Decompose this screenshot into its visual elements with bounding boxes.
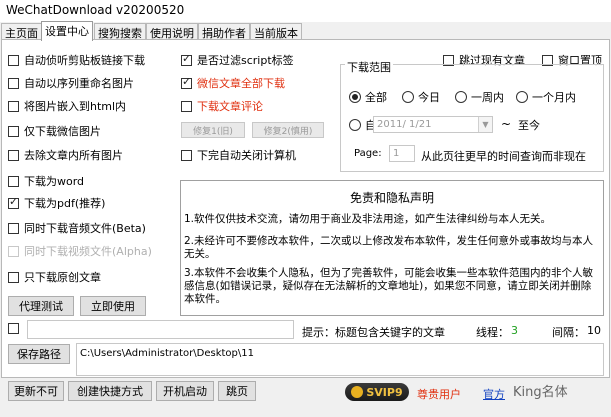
calendar-dropdown-icon[interactable]: ▼ [478,117,492,132]
official-link[interactable]: 官方 [483,386,505,402]
radio-dot[interactable] [402,91,414,103]
jump-page-button[interactable]: 跳页 [218,381,256,401]
option-download-audio[interactable]: 同时下载音频文件(Beta) [8,220,146,236]
checkbox[interactable] [8,222,19,234]
checkbox-checked[interactable] [8,195,19,209]
option-download-video: 同时下载视频文件(Alpha) [8,243,152,259]
radio-week[interactable]: 一周内 [455,89,504,105]
option-clipboard-monitor[interactable]: 自动侦听剪贴板链接下载 [8,52,145,68]
option-download-comments[interactable]: 下载文章评论 [181,98,263,114]
tab-bar: 主页面 设置中心 搜狗搜索 使用说明 捐助作者 当前版本 [0,21,611,41]
option-embed-images[interactable]: 将图片嵌入到html内 [8,98,126,114]
interval-label: 间隔： [552,326,585,339]
checkbox-checked[interactable] [181,75,192,89]
option-original-only[interactable]: 只下载原创文章 [8,269,101,285]
threads-label: 线程： [476,326,509,339]
radio-dot-selected[interactable] [349,91,361,103]
threads-value: 3 [511,324,518,337]
window-title: WeChatDownload v20200520 [6,3,185,17]
checkbox[interactable] [8,271,19,283]
disclaimer-p3: 3.本软件不会收集个人隐私，但为了完善软件，可能会收集一些本软件范围内的非个人敏… [184,267,594,305]
download-range-title: 下载范围 [345,59,393,75]
checkbox-checked[interactable] [181,52,192,66]
tab-version[interactable]: 当前版本 [250,23,302,40]
option-keyword-filter[interactable] [8,323,24,334]
checkbox[interactable] [181,149,192,161]
repair-1-button[interactable]: 修复1(旧) [181,122,245,138]
radio-dot[interactable] [455,91,467,103]
save-path-button[interactable]: 保存路径 [8,344,70,364]
checkbox-disabled [8,245,19,257]
tab-settings[interactable]: 设置中心 [41,21,93,41]
checkbox[interactable] [8,175,19,187]
interval-value: 10 [587,324,601,337]
page-label: Page: [354,148,382,159]
radio-dot[interactable] [349,119,361,131]
disclaimer-title: 免责和隐私声明 [349,191,434,205]
page-input[interactable]: 1 [389,145,415,162]
tab-home[interactable]: 主页面 [1,23,42,40]
tab-donate[interactable]: 捐助作者 [198,23,250,40]
until-now-label: 至今 [518,119,540,132]
option-auto-shutdown[interactable]: 下完自动关闭计算机 [181,147,296,163]
tab-instructions[interactable]: 使用说明 [146,23,198,40]
repair-2-button[interactable]: 修复2(慎用) [252,122,324,138]
app-window: WeChatDownload v20200520 主页面 设置中心 搜狗搜索 使… [0,0,611,417]
disclaimer-p2: 2.未经许可不要修改本软件，二次或以上修改发布本软件，发生任何意外或事故均与本人… [184,235,594,260]
checkbox[interactable] [181,100,192,112]
checkbox[interactable] [8,323,19,334]
vip-user-label: 尊贵用户 [417,388,461,401]
checkbox[interactable] [8,100,19,112]
option-download-all-articles[interactable]: 微信文章全部下载 [181,75,285,91]
update-button[interactable]: 更新不可 [8,381,64,401]
option-filter-script[interactable]: 是否过滤script标签 [181,52,294,68]
disclaimer-box: 免责和隐私声明 1.软件仅供技术交流，请勿用于商业及非法用途，如产生法律纠纷与本… [180,180,604,316]
range-tilde: ~ [501,117,512,131]
create-shortcut-button[interactable]: 创建快捷方式 [68,381,152,401]
use-now-button[interactable]: 立即使用 [80,296,146,316]
save-path-input[interactable]: C:\Users\Administrator\Desktop\11 [76,343,604,376]
option-rename-images[interactable]: 自动以序列重命名图片 [8,75,134,91]
crown-icon [351,386,364,398]
option-wechat-images-only[interactable]: 仅下载微信图片 [8,123,101,139]
option-download-pdf[interactable]: 下载为pdf(推荐) [8,195,105,211]
radio-today[interactable]: 今日 [402,89,440,105]
radio-month[interactable]: 一个月内 [516,89,576,105]
checkbox[interactable] [8,125,19,137]
checkbox[interactable] [8,149,19,161]
page-hint: 从此页往更早的时间查询而非现在 [421,150,586,163]
tab-sogou-search[interactable]: 搜狗搜索 [94,23,146,40]
vip-badge: SVIP9 [345,383,409,401]
startup-button[interactable]: 开机启动 [156,381,214,401]
checkbox[interactable] [8,77,19,89]
keyword-input[interactable] [27,320,294,339]
checkbox[interactable] [8,54,19,66]
option-remove-images[interactable]: 去除文章内所有图片 [8,147,123,163]
date-picker[interactable]: 2011/ 1/21 ▼ [373,116,493,133]
radio-dot[interactable] [516,91,528,103]
keyword-tip: 提示：标题包含关键字的文章 [302,326,445,339]
watermark: King名体 [513,385,568,400]
radio-all[interactable]: 全部 [349,89,387,105]
proxy-test-button[interactable]: 代理测试 [8,296,74,316]
title-bar: WeChatDownload v20200520 [0,0,611,22]
disclaimer-p1: 1.软件仅供技术交流，请勿用于商业及非法用途，如产生法律纠纷与本人无关。 [184,213,552,225]
option-download-word[interactable]: 下载为word [8,173,84,189]
